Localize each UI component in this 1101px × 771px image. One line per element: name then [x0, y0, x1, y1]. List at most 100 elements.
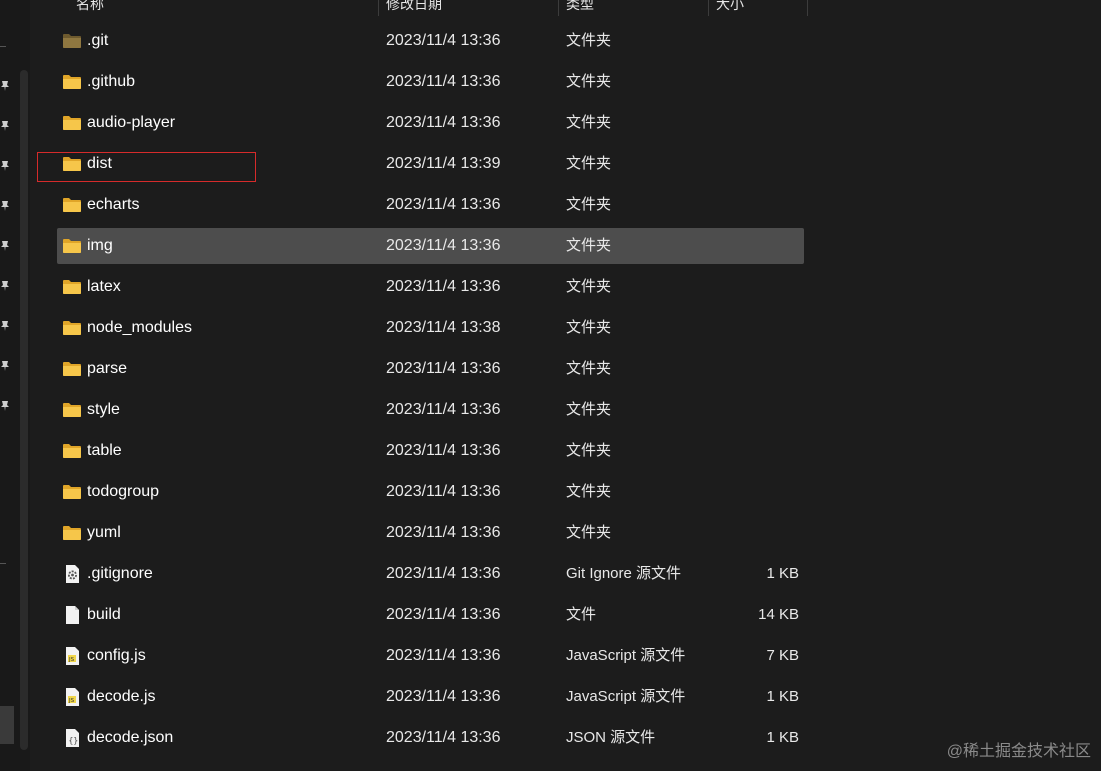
file-row[interactable]: img 2023/11/4 13:36 文件夹 — [57, 228, 804, 264]
file-row[interactable]: .git 2023/11/4 13:36 文件夹 — [57, 23, 804, 59]
pin-icon[interactable] — [0, 200, 10, 212]
file-row[interactable]: build 2023/11/4 13:36 文件 14 KB — [57, 597, 804, 633]
file-row[interactable]: audio-player 2023/11/4 13:36 文件夹 — [57, 105, 804, 141]
file-size — [737, 515, 799, 551]
file-size — [737, 187, 799, 223]
file-size — [737, 474, 799, 510]
file-modified-date: 2023/11/4 13:36 — [386, 73, 501, 90]
file-name: img — [87, 237, 113, 254]
pin-icon[interactable] — [0, 400, 10, 412]
folder-icon — [62, 401, 82, 419]
file-name: echarts — [87, 196, 140, 213]
file-row[interactable]: todogroup 2023/11/4 13:36 文件夹 — [57, 474, 804, 510]
file-type: 文件夹 — [566, 32, 612, 49]
column-header: 名称 修改日期 类型 大小 — [40, 0, 820, 18]
file-row[interactable]: yuml 2023/11/4 13:36 文件夹 — [57, 515, 804, 551]
file-type: 文件夹 — [566, 401, 612, 418]
folder-icon — [62, 483, 82, 501]
blank-file-icon — [62, 606, 82, 624]
file-size — [737, 146, 799, 182]
file-name: .gitignore — [87, 565, 153, 582]
svg-text:JS: JS — [68, 657, 75, 663]
svg-text:JS: JS — [68, 698, 75, 704]
pin-icon[interactable] — [0, 240, 10, 252]
file-modified-date: 2023/11/4 13:36 — [386, 729, 501, 746]
file-type: 文件夹 — [566, 524, 612, 541]
file-size — [737, 392, 799, 428]
file-size — [737, 269, 799, 305]
column-header-date[interactable]: 修改日期 — [386, 0, 442, 14]
column-header-name[interactable]: 名称 — [76, 0, 104, 14]
file-modified-date: 2023/11/4 13:39 — [386, 155, 501, 172]
file-name: node_modules — [87, 319, 192, 336]
pin-icon[interactable] — [0, 80, 10, 92]
column-divider[interactable] — [378, 0, 379, 16]
column-header-type[interactable]: 类型 — [566, 0, 594, 14]
file-row[interactable]: node_modules 2023/11/4 13:38 文件夹 — [57, 310, 804, 346]
file-type: 文件夹 — [566, 278, 612, 295]
js-file-icon: JS — [62, 688, 82, 706]
file-modified-date: 2023/11/4 13:36 — [386, 688, 501, 705]
navigation-pane — [0, 0, 30, 771]
file-size: 1 KB — [766, 565, 799, 582]
file-row[interactable]: style 2023/11/4 13:36 文件夹 — [57, 392, 804, 428]
file-row[interactable]: JS decode.js 2023/11/4 13:36 JavaScript 源文件… — [57, 679, 804, 715]
file-row[interactable]: dist 2023/11/4 13:39 文件夹 — [57, 146, 804, 182]
file-size: 7 KB — [766, 647, 799, 664]
file-modified-date: 2023/11/4 13:36 — [386, 32, 501, 49]
file-modified-date: 2023/11/4 13:36 — [386, 196, 501, 213]
file-name: todogroup — [87, 483, 160, 500]
navigation-scrollbar[interactable] — [20, 70, 28, 750]
file-modified-date: 2023/11/4 13:36 — [386, 278, 501, 295]
pin-icon[interactable] — [0, 360, 10, 372]
file-row[interactable]: .github 2023/11/4 13:36 文件夹 — [57, 64, 804, 100]
file-row[interactable]: {} decode.json 2023/11/4 13:36 JSON 源文件 1 KB — [57, 720, 804, 756]
file-type: 文件夹 — [566, 155, 612, 172]
column-divider[interactable] — [807, 0, 808, 16]
file-name: parse — [87, 360, 128, 377]
file-modified-date: 2023/11/4 13:36 — [386, 114, 501, 131]
file-modified-date: 2023/11/4 13:38 — [386, 319, 501, 336]
pin-icon[interactable] — [0, 280, 10, 292]
file-type: 文件夹 — [566, 483, 612, 500]
file-type: 文件夹 — [566, 196, 612, 213]
file-row[interactable]: echarts 2023/11/4 13:36 文件夹 — [57, 187, 804, 223]
folder-icon — [62, 73, 82, 91]
file-modified-date: 2023/11/4 13:36 — [386, 524, 501, 541]
file-explorer-window: 名称 修改日期 类型 大小 .git 2023/11/4 13:36 文件夹 .git… — [0, 0, 1101, 771]
column-divider[interactable] — [558, 0, 559, 16]
file-size — [737, 433, 799, 469]
folder-icon — [62, 319, 82, 337]
svg-text:{}: {} — [69, 736, 79, 745]
file-type: JSON 源文件 — [566, 729, 656, 746]
file-size — [737, 351, 799, 387]
file-name: dist — [87, 155, 112, 172]
column-header-size[interactable]: 大小 — [716, 0, 744, 14]
file-type: 文件夹 — [566, 237, 612, 254]
pin-icon[interactable] — [0, 120, 10, 132]
file-type: 文件夹 — [566, 360, 612, 377]
file-type: Git Ignore 源文件 — [566, 565, 682, 582]
file-type: 文件 — [566, 606, 597, 623]
file-row[interactable]: latex 2023/11/4 13:36 文件夹 — [57, 269, 804, 305]
file-modified-date: 2023/11/4 13:36 — [386, 237, 501, 254]
column-divider[interactable] — [708, 0, 709, 16]
file-size — [737, 228, 799, 264]
file-name: latex — [87, 278, 121, 295]
file-row[interactable]: parse 2023/11/4 13:36 文件夹 — [57, 351, 804, 387]
nav-divider — [0, 46, 6, 47]
file-row[interactable]: JS config.js 2023/11/4 13:36 JavaScript 源文件… — [57, 638, 804, 674]
pin-icon[interactable] — [0, 160, 10, 172]
file-type: JavaScript 源文件 — [566, 688, 686, 705]
folder-icon — [62, 278, 82, 296]
file-row[interactable]: table 2023/11/4 13:36 文件夹 — [57, 433, 804, 469]
file-size — [737, 310, 799, 346]
file-name: style — [87, 401, 120, 418]
pin-icon[interactable] — [0, 320, 10, 332]
file-type: JavaScript 源文件 — [566, 647, 686, 664]
gear-file-icon — [62, 565, 82, 583]
folder-dim-icon — [62, 32, 82, 50]
folder-icon — [62, 155, 82, 173]
nav-selected-item[interactable] — [0, 706, 14, 744]
file-row[interactable]: .gitignore 2023/11/4 13:36 Git Ignore 源文件 1… — [57, 556, 804, 592]
